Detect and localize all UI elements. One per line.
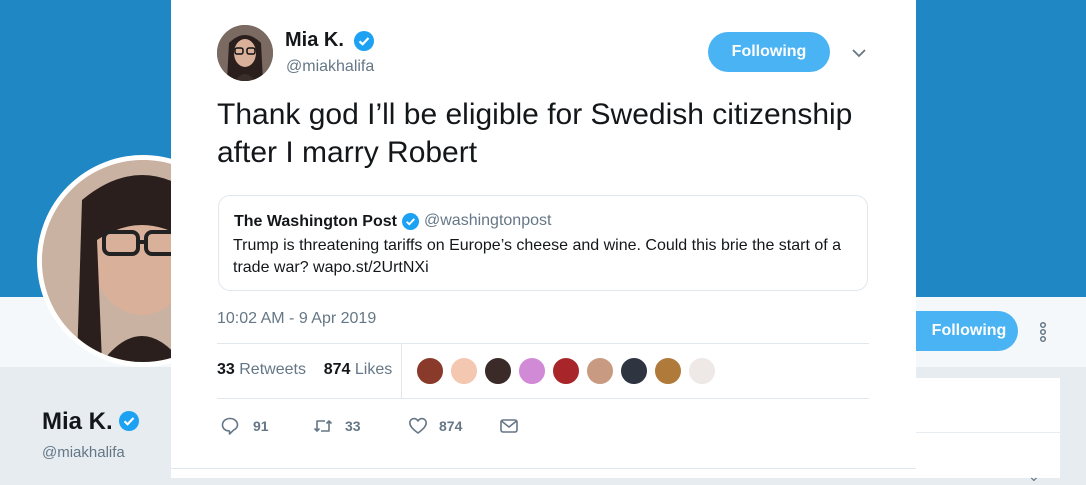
divider (401, 344, 402, 398)
verified-badge-icon (402, 213, 419, 230)
like-count: 874 (439, 418, 463, 434)
chevron-down-icon[interactable]: ⌄ (1028, 468, 1040, 485)
liker-avatar[interactable] (517, 356, 547, 386)
liker-avatar[interactable] (687, 356, 717, 386)
likes-count: 874 (323, 361, 351, 378)
profile-name: Mia K. (42, 408, 140, 436)
divider (217, 343, 869, 344)
envelope-icon (500, 419, 518, 433)
retweets-count: 33 (217, 361, 235, 378)
quoted-tweet-text: Trump is threatening tariffs on Europe’s… (233, 237, 842, 276)
divider (217, 398, 869, 399)
quoted-author-handle: @washingtonpost (424, 212, 552, 229)
retweets-label: Retweets (239, 361, 306, 378)
quoted-author-name: The Washington Post (234, 213, 397, 230)
retweet-icon (313, 420, 333, 432)
chevron-down-icon[interactable] (851, 45, 867, 61)
more-vertical-icon[interactable] (1036, 320, 1050, 344)
profile-handle: @miakhalifa (42, 444, 125, 461)
avatar-image (217, 25, 273, 81)
heart-icon (409, 417, 427, 434)
liker-avatar[interactable] (483, 356, 513, 386)
divider (171, 468, 916, 469)
liker-avatar[interactable] (619, 356, 649, 386)
tweet-timestamp[interactable]: 10:02 AM - 9 Apr 2019 (217, 310, 376, 328)
quoted-tweet[interactable]: The Washington Post @washingtonpost Trum… (218, 195, 868, 291)
likes-stat[interactable]: 874 Likes (324, 361, 393, 378)
author-avatar[interactable] (217, 25, 273, 81)
liker-avatar[interactable] (551, 356, 581, 386)
liker-avatar[interactable] (653, 356, 683, 386)
likes-label: Likes (354, 361, 393, 378)
verified-badge-icon (354, 31, 374, 51)
reply-count: 91 (253, 418, 269, 434)
retweets-stat[interactable]: 33 Retweets (217, 361, 306, 378)
author-name[interactable]: Mia K. (285, 29, 344, 52)
retweet-count: 33 (345, 418, 361, 434)
tweet-text: Thank god I’ll be eligible for Swedish c… (217, 98, 853, 169)
verified-badge-icon (119, 411, 140, 431)
following-button[interactable]: Following (708, 32, 830, 72)
liker-avatar[interactable] (449, 356, 479, 386)
liker-avatar[interactable] (585, 356, 615, 386)
author-handle[interactable]: @miakhalifa (286, 58, 374, 76)
liker-avatar[interactable] (415, 356, 445, 386)
reply-icon (221, 417, 239, 435)
tweet-stats: 33 Retweets 874 Likes (217, 361, 392, 379)
